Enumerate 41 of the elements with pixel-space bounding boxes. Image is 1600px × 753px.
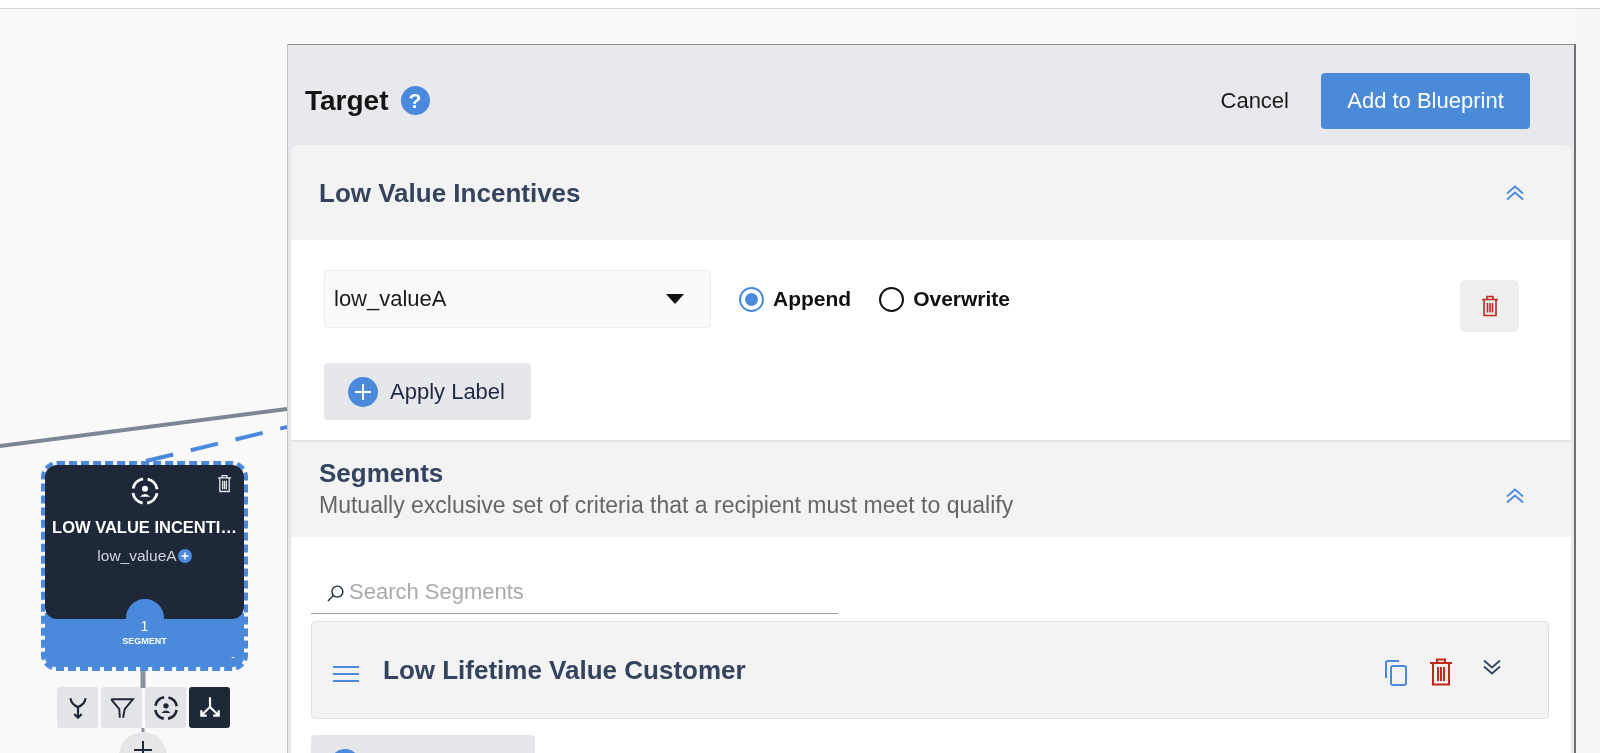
delete-button[interactable] — [1460, 280, 1519, 332]
segment-caption: SEGMENT — [122, 636, 167, 646]
double-chevron-up-icon[interactable] — [1505, 184, 1525, 201]
section-subtitle: Mutually exclusive set of criteria that a recipient must meet to qualify — [319, 491, 1014, 519]
segment-node[interactable]: LOW VALUE INCENTI… low_valueA 1 SEGMENT - — [41, 461, 248, 671]
double-chevron-up-icon[interactable] — [1505, 488, 1525, 504]
radio-button[interactable] — [879, 286, 905, 312]
search-field[interactable]: Search Segments — [311, 570, 838, 614]
tool-button[interactable] — [101, 687, 142, 728]
trash-icon — [1480, 295, 1499, 317]
tool-button[interactable] — [57, 687, 98, 728]
node-title: LOW VALUE INCENTI… — [52, 517, 237, 537]
cancel-button[interactable]: Cancel — [1220, 87, 1289, 114]
section-title: Low Value Incentives — [319, 177, 581, 208]
double-chevron-down-icon[interactable] — [1482, 659, 1502, 675]
tool-button[interactable] — [189, 687, 230, 728]
segment-name: Low Lifetime Value Customer — [383, 654, 746, 686]
search-icon — [327, 585, 344, 602]
target-icon — [152, 694, 179, 721]
drag-handle-icon[interactable] — [333, 665, 359, 683]
connector-line — [141, 728, 145, 732]
plus-icon — [348, 376, 378, 407]
tool-button[interactable] — [145, 687, 186, 728]
copy-icon[interactable] — [1384, 660, 1408, 686]
node-label: low_valueA — [97, 546, 177, 566]
help-button[interactable]: ? — [400, 86, 430, 115]
section-title: Segments — [319, 458, 444, 488]
target-icon — [130, 477, 159, 505]
plus-icon[interactable] — [177, 549, 192, 563]
segment-row[interactable]: Low Lifetime Value Customer — [311, 621, 1549, 719]
caret-icon — [666, 294, 684, 304]
connector-line — [140, 671, 146, 688]
label-select[interactable]: low_valueA — [324, 270, 711, 328]
trash-icon[interactable] — [1429, 658, 1453, 686]
apply-label-button[interactable]: Apply Label — [324, 363, 531, 420]
radio-label[interactable]: Append — [773, 287, 852, 311]
collapse-mark[interactable]: - — [231, 650, 235, 662]
radio-button[interactable] — [739, 286, 764, 312]
add-to-blueprint-button[interactable]: Add to Blueprint — [1321, 72, 1530, 129]
panel-title: Target — [305, 84, 389, 117]
radio-label[interactable]: Overwrite — [913, 287, 1011, 311]
